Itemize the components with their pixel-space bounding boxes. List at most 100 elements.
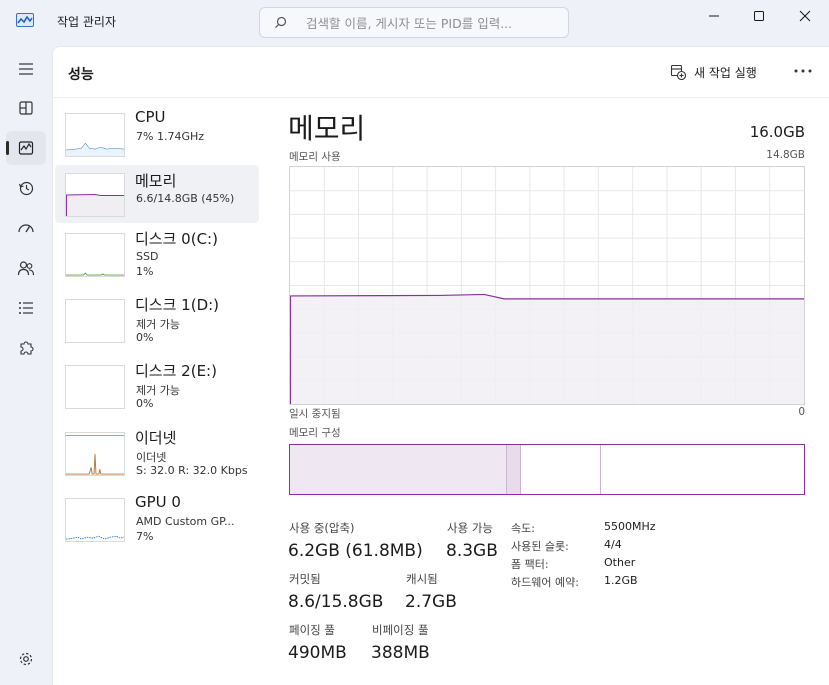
- composition-modified: [505, 445, 522, 494]
- device-name: CPU: [135, 108, 166, 126]
- more-button[interactable]: [791, 60, 815, 82]
- gear-icon: [19, 652, 33, 666]
- nonpaged-pool-label: 비페이징 풀: [372, 623, 429, 637]
- more-icon: [794, 69, 812, 73]
- device-stat: 1%: [136, 265, 154, 278]
- section-title: 성능: [68, 67, 94, 83]
- nav-processes[interactable]: [6, 91, 46, 125]
- nav-details[interactable]: [6, 291, 46, 325]
- history-icon: [18, 181, 34, 196]
- composition-label: 메모리 구성: [289, 427, 341, 439]
- users-icon: [17, 261, 35, 276]
- maximize-icon: [754, 11, 764, 21]
- device-name: GPU 0: [135, 493, 181, 511]
- gpu-thumbnail-graph: [65, 498, 125, 542]
- nav-services[interactable]: [6, 331, 46, 365]
- header-divider: [53, 97, 829, 98]
- device-model: AMD Custom GP...: [136, 515, 235, 528]
- performance-chart-icon: [16, 13, 34, 27]
- nav-users[interactable]: [6, 251, 46, 285]
- close-button[interactable]: [782, 0, 828, 32]
- device-stat: 0%: [136, 331, 154, 344]
- usage-max: 14.8GB: [766, 149, 805, 161]
- minimize-button[interactable]: [691, 0, 737, 32]
- graph-axis-left: 일시 중지됨: [289, 408, 341, 420]
- device-item-gpu0[interactable]: GPU 0 AMD Custom GP... 7%: [55, 493, 259, 556]
- prop-reserved-label: 하드웨어 예약:: [511, 576, 579, 589]
- nav-startup-apps[interactable]: [6, 211, 46, 245]
- nav-performance[interactable]: [6, 131, 46, 165]
- composition-in-use: [290, 445, 506, 494]
- device-stat: 7%: [136, 530, 154, 543]
- search-input[interactable]: [306, 13, 562, 33]
- cached-label: 캐시됨: [406, 572, 438, 586]
- new-task-label: 새 작업 실행: [694, 65, 757, 80]
- cpu-thumbnail-graph: [65, 113, 125, 157]
- paged-pool-value: 490MB: [288, 643, 347, 663]
- detail-title: 메모리: [288, 112, 366, 145]
- disk2-thumbnail-graph: [65, 365, 125, 409]
- device-type: 제거 가능: [136, 318, 180, 331]
- prop-reserved-value: 1.2GB: [604, 574, 638, 587]
- prop-slots-label: 사용된 슬롯:: [511, 540, 569, 553]
- device-item-cpu[interactable]: CPU 7% 1.74GHz: [55, 108, 259, 171]
- committed-label: 커밋됨: [289, 572, 321, 586]
- main-panel: 성능 새 작업 실행 CPU 7% 1.74GHz 메모리 6.6/14.8GB…: [52, 46, 829, 685]
- usage-area: [290, 294, 804, 404]
- memory-composition-bar: [289, 444, 805, 495]
- device-item-memory[interactable]: 메모리 6.6/14.8GB (45%): [55, 165, 259, 223]
- device-stat: 0%: [136, 397, 154, 410]
- device-name: 디스크 0(C:): [135, 230, 218, 248]
- device-stat: 7% 1.74GHz: [136, 130, 205, 143]
- prop-speed-label: 속도:: [511, 522, 535, 535]
- performance-icon: [18, 141, 34, 155]
- device-item-disk0[interactable]: 디스크 0(C:) SSD 1%: [55, 230, 259, 291]
- nav-settings[interactable]: [6, 642, 46, 676]
- device-name: 디스크 1(D:): [135, 296, 220, 314]
- device-name: 이더넷: [135, 429, 177, 447]
- graph-axis-right: 0: [798, 406, 805, 418]
- disk0-thumbnail-graph: [65, 233, 125, 277]
- device-item-ethernet[interactable]: 이더넷 이더넷 S: 32.0 R: 32.0 Kbps: [55, 429, 259, 490]
- device-type: SSD: [136, 250, 159, 263]
- maximize-button[interactable]: [736, 0, 782, 32]
- ethernet-thumbnail-graph: [65, 432, 125, 476]
- search-icon: [275, 16, 287, 29]
- disk1-thumbnail-graph: [65, 299, 125, 343]
- available-label: 사용 가능: [447, 521, 493, 535]
- nonpaged-pool-value: 388MB: [371, 643, 430, 663]
- window-title: 작업 관리자: [57, 15, 117, 29]
- details-list-icon: [19, 302, 33, 314]
- title-bar: 작업 관리자: [0, 0, 829, 42]
- puzzle-icon: [20, 341, 34, 355]
- search-box[interactable]: [259, 7, 569, 38]
- device-name: 메모리: [135, 172, 177, 190]
- in-use-label: 사용 중(압축): [289, 521, 355, 535]
- memory-total: 16.0GB: [749, 123, 805, 141]
- prop-formfactor-label: 폼 팩터:: [511, 558, 549, 571]
- memory-usage-graph: [289, 166, 805, 405]
- memory-thumbnail-graph: [65, 173, 125, 217]
- committed-value: 8.6/15.8GB: [288, 592, 384, 612]
- menu-button[interactable]: [6, 52, 46, 86]
- device-item-disk2[interactable]: 디스크 2(E:) 제거 가능 0%: [55, 362, 259, 423]
- prop-formfactor-value: Other: [604, 556, 636, 569]
- device-name: 디스크 2(E:): [135, 362, 217, 380]
- nav-app-history[interactable]: [6, 171, 46, 205]
- hamburger-icon: [19, 63, 33, 75]
- cached-value: 2.7GB: [405, 592, 457, 612]
- paged-pool-label: 페이징 풀: [289, 623, 335, 637]
- navigation-rail: [0, 42, 52, 685]
- device-stat: 6.6/14.8GB (45%): [136, 192, 235, 205]
- minimize-icon: [709, 15, 719, 17]
- device-type: 제거 가능: [136, 384, 180, 397]
- in-use-value: 6.2GB (61.8MB): [288, 541, 423, 561]
- available-value: 8.3GB: [446, 541, 498, 561]
- new-task-icon: [670, 64, 686, 80]
- processes-icon: [19, 101, 33, 115]
- device-item-disk1[interactable]: 디스크 1(D:) 제거 가능 0%: [55, 296, 259, 357]
- close-icon: [799, 10, 811, 22]
- new-task-button[interactable]: 새 작업 실행: [670, 61, 757, 83]
- prop-speed-value: 5500MHz: [604, 520, 656, 533]
- prop-slots-value: 4/4: [604, 538, 622, 551]
